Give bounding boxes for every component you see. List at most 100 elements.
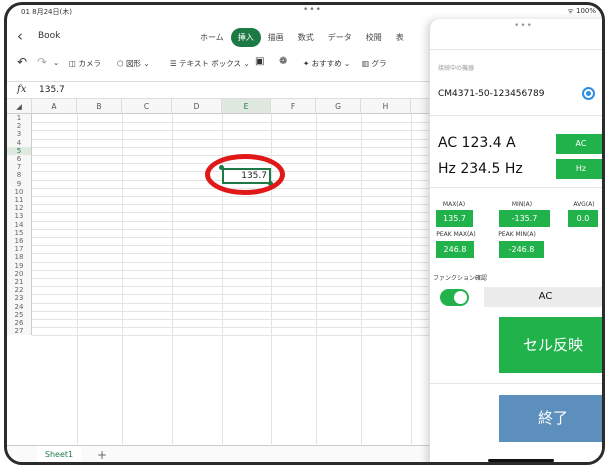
- measurement-side-panel: ••• 接続中の機器 CM4371-50-123456789 AC 123.4 …: [429, 19, 602, 462]
- gridline: [32, 146, 437, 148]
- tab-formulas[interactable]: 数式: [291, 28, 321, 47]
- gridline: [32, 122, 437, 124]
- row-header[interactable]: 8: [7, 171, 32, 180]
- row-header[interactable]: 9: [7, 179, 32, 188]
- column-header-c[interactable]: C: [122, 99, 172, 114]
- column-header-e[interactable]: E: [222, 99, 271, 114]
- hz-button[interactable]: Hz: [556, 159, 602, 179]
- tab-home[interactable]: ホーム: [193, 28, 231, 47]
- panel-grabber-icon[interactable]: •••: [514, 21, 533, 31]
- row-header[interactable]: 14: [7, 220, 32, 229]
- min-value: -135.7: [499, 210, 550, 227]
- icons-icon[interactable]: ❁: [279, 56, 287, 67]
- avg-value: 0.0: [568, 210, 598, 227]
- sheet-tab-sheet1[interactable]: Sheet1: [37, 446, 81, 462]
- formula-input[interactable]: 135.7: [39, 85, 65, 95]
- tab-review[interactable]: 校閲: [359, 28, 389, 47]
- chevron-left-icon[interactable]: ‹: [17, 27, 23, 45]
- connected-device-label: 接続中の機器: [438, 65, 475, 72]
- function-icon[interactable]: fx: [17, 84, 26, 95]
- ac-reading: AC 123.4 A: [438, 135, 516, 151]
- chart-button[interactable]: ▥ グラ: [362, 58, 386, 69]
- max-value: 135.7: [436, 210, 473, 227]
- row-header[interactable]: 4: [7, 138, 32, 147]
- sheet-tab-bar: Sheet1 +: [7, 445, 437, 462]
- row-header[interactable]: 15: [7, 228, 32, 237]
- home-indicator: [488, 459, 554, 462]
- gridline: [32, 269, 437, 271]
- column-header-d[interactable]: D: [172, 99, 222, 114]
- row-header[interactable]: 6: [7, 155, 32, 164]
- ac-button[interactable]: AC: [556, 134, 602, 154]
- row-header[interactable]: 24: [7, 302, 32, 311]
- column-header-a[interactable]: A: [32, 99, 77, 114]
- redo-icon[interactable]: ↷: [37, 55, 47, 69]
- hz-reading: Hz 234.5 Hz: [438, 161, 523, 177]
- row-header[interactable]: 7: [7, 163, 32, 172]
- annotation-circle: [205, 154, 285, 195]
- row-header[interactable]: 22: [7, 286, 32, 295]
- gridline: [32, 130, 437, 132]
- shapes-button[interactable]: ⬡ 図形 ⌄: [117, 58, 150, 69]
- textbox-button[interactable]: ☰ テキスト ボックス ⌄: [170, 58, 250, 69]
- row-header[interactable]: 16: [7, 237, 32, 246]
- row-header[interactable]: 25: [7, 310, 32, 319]
- tab-insert[interactable]: 挿入: [230, 28, 261, 47]
- tab-data[interactable]: データ: [321, 28, 359, 47]
- ribbon-tabs: ホーム 挿入 描画 数式 データ 校閲 表: [193, 28, 411, 47]
- gridline: [32, 335, 437, 337]
- spreadsheet-grid[interactable]: ◢ A B C D E F G H 1 2 3 4 5 6 7 8 9 10 11 12 13 14 15 1…: [7, 99, 437, 444]
- workbook-name[interactable]: Book: [38, 31, 60, 41]
- row-header[interactable]: 11: [7, 196, 32, 205]
- status-bar: 01 8月24日(木) ••• ᯤ 100%: [7, 5, 602, 19]
- tab-view[interactable]: 表: [389, 28, 411, 47]
- max-label: MAX(A): [442, 201, 466, 208]
- row-header[interactable]: 12: [7, 204, 32, 213]
- row-header[interactable]: 20: [7, 269, 32, 278]
- multitask-dots-icon[interactable]: •••: [303, 5, 322, 15]
- gridline: [32, 228, 437, 230]
- tab-draw[interactable]: 描画: [261, 28, 291, 47]
- row-header[interactable]: 17: [7, 245, 32, 254]
- peak-max-value: 246.8: [436, 241, 474, 258]
- column-header-b[interactable]: B: [77, 99, 122, 114]
- row-header[interactable]: 3: [7, 130, 32, 139]
- column-header-g[interactable]: G: [316, 99, 361, 114]
- picture-icon[interactable]: ▣: [255, 56, 264, 67]
- row-header[interactable]: 18: [7, 253, 32, 262]
- row-header[interactable]: 2: [7, 122, 32, 131]
- function-toggle[interactable]: [440, 289, 469, 306]
- row-header[interactable]: 10: [7, 187, 32, 196]
- status-time: 01 8月24日(木): [21, 8, 72, 16]
- camera-button[interactable]: ◫ カメラ: [69, 58, 101, 69]
- chevron-down-icon[interactable]: ⌄: [53, 58, 59, 67]
- function-value: AC: [484, 287, 602, 307]
- gridline: [32, 319, 437, 320]
- gridline: [32, 278, 437, 279]
- add-sheet-icon[interactable]: +: [97, 448, 107, 462]
- row-header[interactable]: 21: [7, 278, 32, 287]
- row-header[interactable]: 26: [7, 319, 32, 328]
- row-header[interactable]: 5: [7, 146, 32, 155]
- settings-gear-icon[interactable]: [582, 87, 595, 100]
- battery-indicator: ᯤ 100%: [567, 7, 596, 15]
- row-header[interactable]: 19: [7, 261, 32, 270]
- gridline: [32, 294, 437, 296]
- column-header-h[interactable]: H: [361, 99, 411, 114]
- cell-reflect-button[interactable]: セル反映: [499, 317, 602, 373]
- row-header[interactable]: 23: [7, 294, 32, 303]
- row-header[interactable]: 27: [7, 327, 32, 336]
- gridline: [32, 196, 437, 197]
- peak-min-value: -246.8: [499, 241, 544, 258]
- row-header[interactable]: 1: [7, 114, 32, 123]
- peak-max-label: PEAK MAX(A): [436, 231, 476, 238]
- end-button[interactable]: 終了: [499, 395, 602, 442]
- recommended-button[interactable]: ✦ おすすめ ⌄: [303, 58, 350, 69]
- peak-min-label: PEAK MIN(A): [498, 231, 536, 238]
- column-header-f[interactable]: F: [271, 99, 316, 114]
- gridline: [32, 310, 437, 312]
- undo-icon[interactable]: ↶: [17, 55, 27, 69]
- row-header[interactable]: 13: [7, 212, 32, 221]
- select-all-corner[interactable]: ◢: [7, 99, 32, 114]
- gridline: [32, 302, 437, 304]
